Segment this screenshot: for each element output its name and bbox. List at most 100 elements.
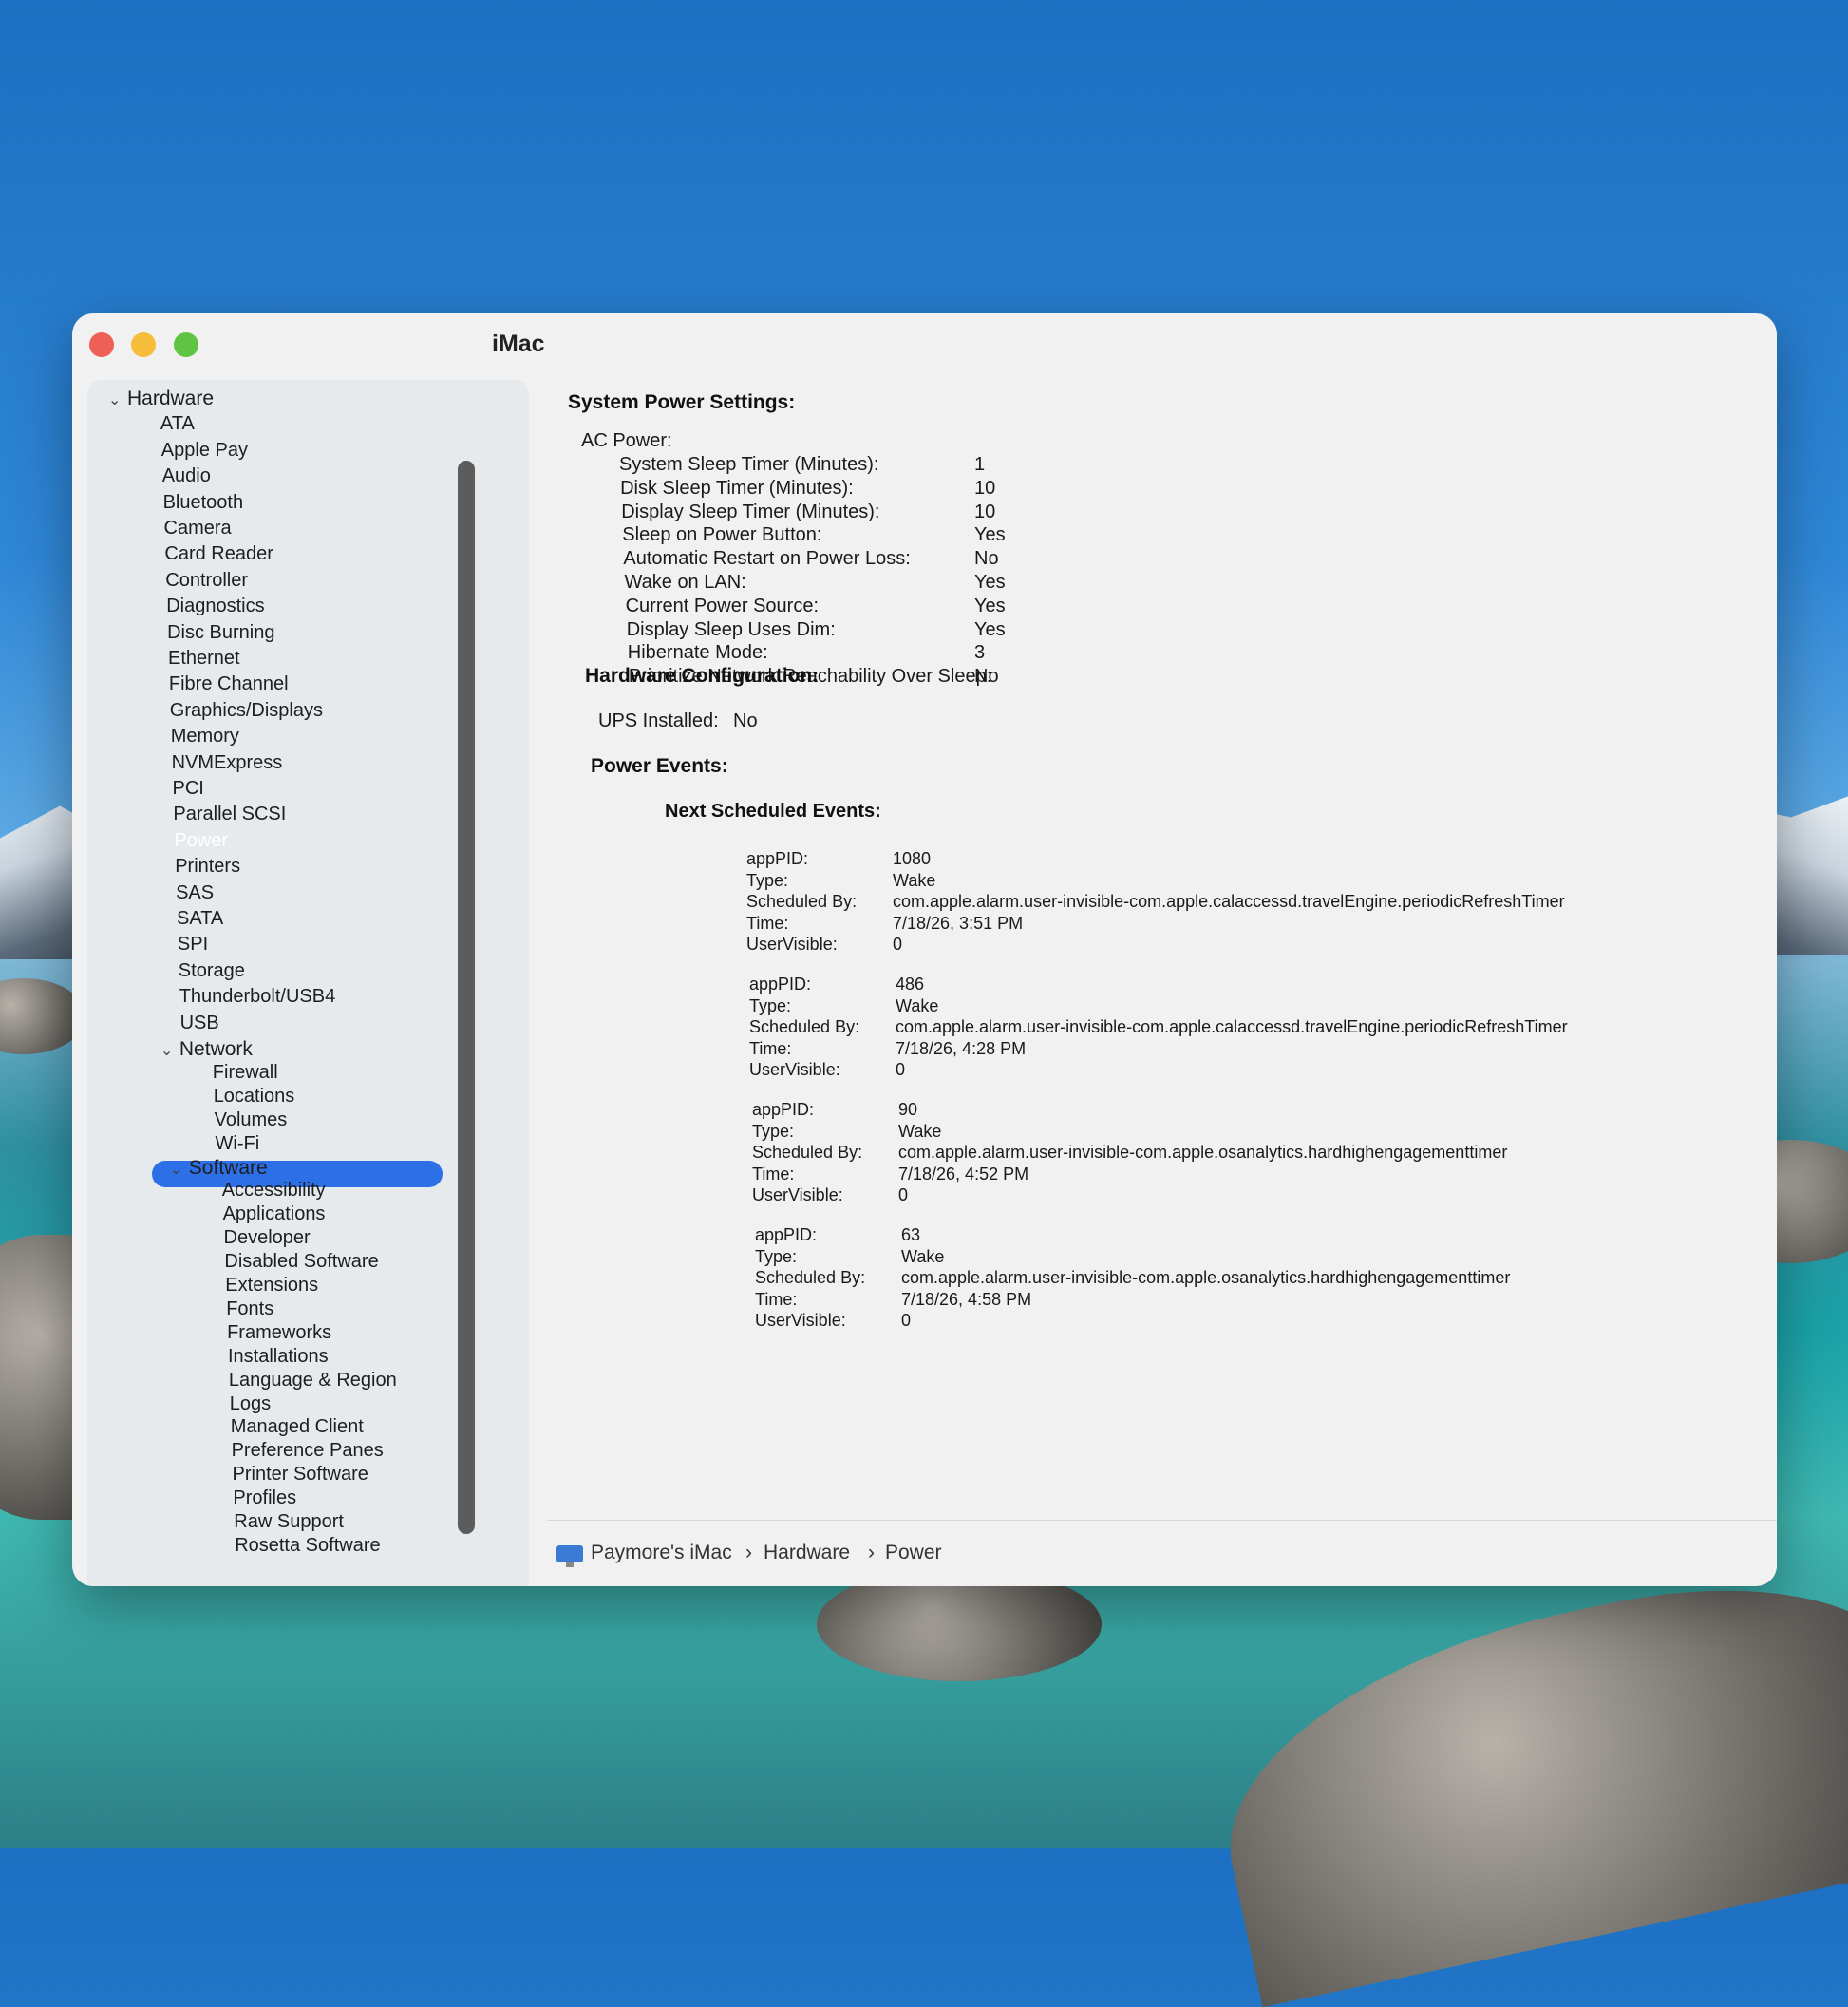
chevron-down-icon[interactable]: ⌄ [160,1041,179,1060]
sidebar-item[interactable]: Accessibility [222,1180,326,1202]
sidebar-item[interactable]: SAS [176,882,214,904]
sidebar-item[interactable]: Audio [162,465,211,487]
close-button[interactable] [89,332,114,357]
setting-value: Yes [974,618,1006,640]
sidebar-item[interactable]: Wi-Fi [216,1133,260,1155]
sidebar: ⌄ Hardware ATA Apple Pay Audio Bluetooth Camer… [87,380,529,1586]
sidebar-item[interactable]: SPI [178,934,208,956]
sidebar-item[interactable]: Disc Burning [167,622,274,644]
sidebar-item[interactable]: Camera [164,518,232,540]
sidebar-item[interactable]: Controller [165,570,248,592]
sidebar-item[interactable]: Apple Pay [161,440,248,462]
event-field-label: UserVisible: [749,1060,840,1079]
event-time-value: 7/18/26, 4:52 PM [898,1164,1029,1183]
chevron-down-icon[interactable]: ⌄ [170,1160,189,1179]
sidebar-item[interactable]: Thunderbolt/USB4 [179,986,336,1008]
sidebar-item-label: Disc Burning [167,621,275,643]
sidebar-item[interactable]: USB [180,1013,219,1034]
chevron-down-icon[interactable]: ⌄ [108,390,127,409]
setting-label: Hibernate Mode: [627,642,768,664]
sidebar-item[interactable]: Printer Software [233,1464,368,1486]
event-field-label: appPID: [746,849,809,868]
sidebar-item-label: Thunderbolt/USB4 [179,986,336,1008]
sidebar-item[interactable]: Profiles [233,1487,296,1509]
sidebar-item-label: Printer Software [232,1464,368,1486]
sidebar-item[interactable]: NVMExpress [172,752,283,774]
sidebar-item[interactable]: Disabled Software [224,1251,378,1273]
event-type-value: Wake [898,1121,942,1141]
sidebar-item[interactable]: Extensions [225,1275,318,1297]
sidebar-item[interactable]: Bluetooth [163,492,244,514]
sidebar-item-label: Apple Pay [160,439,248,461]
sidebar-item[interactable]: Diagnostics [166,596,264,617]
sidebar-item[interactable]: Fibre Channel [169,673,289,695]
sidebar-item-label: Controller [165,569,248,591]
event-field-label: Time: [749,1038,792,1058]
setting-label: Automatic Restart on Power Loss: [623,548,911,570]
event-field-label: UserVisible: [746,935,838,954]
event-field-label: Time: [755,1289,798,1309]
rock [1195,1544,1848,2007]
minimize-button[interactable] [131,332,156,357]
sidebar-item[interactable]: PCI [173,778,204,800]
sidebar-item[interactable]: Locations [214,1086,295,1108]
path-computer[interactable]: Paymore's iMac [591,1542,732,1564]
sidebar-item[interactable]: Rosetta Software [235,1535,380,1557]
sidebar-item-label: USB [179,1012,219,1033]
sidebar-category-software[interactable]: ⌄ Software [170,1157,268,1180]
hardware-config-heading: Hardware Configuration: [585,665,820,687]
event-scheduled-by-value: com.apple.alarm.user-invisible-com.apple… [898,1143,1508,1162]
sidebar-item[interactable]: Preference Panes [232,1440,384,1462]
event-field-label: Type: [752,1121,795,1141]
event-field-label: appPID: [749,975,812,994]
sidebar-category-network[interactable]: ⌄ Network [160,1038,253,1061]
sidebar-item[interactable]: Applications [223,1203,326,1225]
sidebar-item[interactable]: Card Reader [164,543,273,565]
event-field-label: Type: [755,1246,798,1266]
path-item[interactable]: Power [885,1542,942,1564]
sidebar-item[interactable]: Language & Region [229,1370,397,1392]
zoom-button[interactable] [174,332,198,357]
sidebar-item[interactable]: Developer [224,1227,311,1249]
setting-value: 1 [974,454,986,475]
window-title: iMac [492,331,545,357]
setting-label: Display Sleep Timer (Minutes): [621,501,880,522]
event-user-visible-value: 0 [898,1185,909,1204]
sidebar-scrollbar[interactable] [458,461,475,1534]
setting-label: Sleep on Power Button: [622,524,822,546]
sidebar-item[interactable]: Ethernet [168,648,240,670]
sidebar-item[interactable]: Installations [228,1346,329,1368]
sidebar-item[interactable]: Frameworks [227,1322,331,1344]
sidebar-item-label: Hardware [127,388,215,409]
sidebar-item-label: Power [174,829,228,851]
event-appPID-value: 1080 [893,849,932,868]
sidebar-item[interactable]: Logs [230,1393,271,1415]
sidebar-category-hardware[interactable]: ⌄ Hardware [108,388,214,410]
sidebar-item[interactable]: Graphics/Displays [170,700,323,722]
sidebar-item-label: Language & Region [228,1369,397,1391]
sidebar-item[interactable]: Fonts [226,1298,273,1320]
sidebar-item-label: Rosetta Software [235,1534,381,1556]
setting-value: Yes [974,595,1006,616]
sidebar-item[interactable]: Printers [175,856,240,878]
sidebar-item[interactable]: Raw Support [234,1511,344,1533]
event-appPID-value: 486 [896,975,925,994]
sidebar-item[interactable]: SATA [177,908,223,930]
sidebar-item[interactable]: Memory [171,726,239,748]
sidebar-item[interactable]: Volumes [215,1109,288,1131]
sidebar-item[interactable]: Storage [179,960,245,982]
sidebar-item-label: Volumes [214,1108,288,1130]
power-events-heading: Power Events: [591,755,728,777]
sidebar-item-label: Managed Client [230,1416,364,1438]
sidebar-item[interactable]: Managed Client [231,1416,364,1438]
path-section[interactable]: Hardware [764,1542,850,1564]
sidebar-item[interactable]: Parallel SCSI [173,804,286,825]
sidebar-item-power[interactable]: Power [174,830,228,852]
sidebar-item[interactable]: ATA [160,413,195,435]
event-field-label: appPID: [752,1100,815,1119]
event-type-value: Wake [893,870,936,890]
setting-label: Disk Sleep Timer (Minutes): [620,477,854,499]
sidebar-item-label: PCI [172,778,204,799]
sidebar-item[interactable]: Firewall [213,1062,278,1084]
event-scheduled-by-value: com.apple.alarm.user-invisible-com.apple… [901,1268,1511,1287]
